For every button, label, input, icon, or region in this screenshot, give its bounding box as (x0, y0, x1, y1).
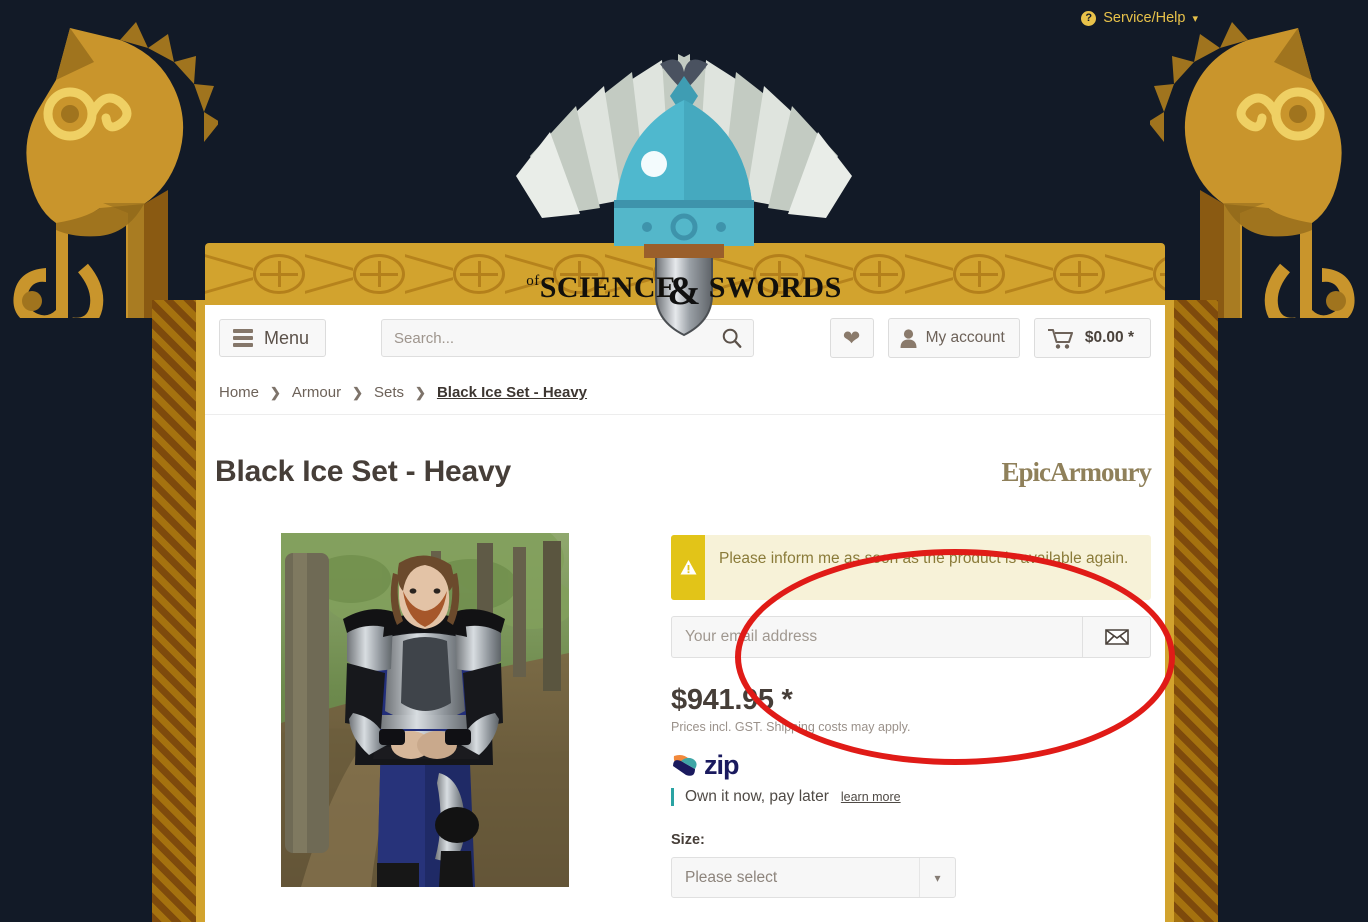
zip-learn-more-link[interactable]: learn more (841, 790, 901, 804)
chevron-down-icon: ▾ (1192, 12, 1198, 25)
zip-payment-widget: zip Own it now, pay later learn more (671, 750, 1151, 806)
user-icon (900, 328, 917, 348)
magnifier-icon[interactable] (721, 327, 743, 349)
site-logo[interactable]: ofSCIENCE&SWORDS & (494, 14, 874, 337)
my-account-label: My account (925, 329, 1005, 346)
breadcrumb-item-armour[interactable]: Armour (292, 384, 341, 401)
page-title: Black Ice Set - Heavy (215, 455, 511, 488)
size-selected-value: Please select (685, 868, 778, 886)
product-image[interactable] (281, 533, 569, 887)
out-of-stock-alert-text: Please inform me as soon as the product … (719, 550, 1129, 567)
breadcrumb: Home ❯ Armour ❯ Sets ❯ Black Ice Set - H… (205, 371, 1165, 415)
product-detail: Please inform me as soon as the product … (205, 489, 1165, 898)
size-select[interactable]: Please select ▾ (671, 857, 956, 898)
cart-button[interactable]: $0.00 * (1033, 318, 1151, 358)
notify-email-input[interactable] (671, 616, 1082, 658)
warning-triangle-icon (671, 535, 705, 600)
zip-bolt-icon (673, 754, 697, 776)
zip-wordmark: zip (704, 750, 739, 780)
breadcrumb-separator-icon: ❯ (352, 384, 364, 400)
shopping-cart-icon (1047, 328, 1073, 349)
winged-helmet-icon (516, 54, 852, 258)
heart-icon: ❤ (842, 326, 861, 350)
product-header: Black Ice Set - Heavy EpicArmoury (205, 415, 1165, 489)
chevron-down-icon[interactable]: ▾ (919, 858, 955, 897)
menu-button[interactable]: Menu (219, 319, 327, 357)
zip-logo: zip (671, 750, 1151, 781)
wishlist-button[interactable]: ❤ (829, 318, 874, 358)
notify-me-form (671, 616, 1151, 658)
product-gallery (215, 533, 635, 898)
breadcrumb-item-home[interactable]: Home (219, 384, 259, 401)
ampersand-glyph: & (667, 268, 701, 313)
breadcrumb-separator-icon: ❯ (415, 384, 426, 400)
cart-amount-label: $0.00 * (1084, 329, 1134, 346)
out-of-stock-alert: Please inform me as soon as the product … (671, 535, 1151, 600)
service-help-label: Service/Help (1103, 10, 1186, 26)
size-label: Size: (671, 832, 705, 848)
envelope-icon (1104, 629, 1129, 645)
price-tax-note: Prices incl. GST. Shipping costs may app… (671, 720, 911, 734)
question-circle-icon: ? (1081, 10, 1097, 26)
hamburger-icon (233, 329, 253, 347)
service-help-link[interactable]: ? Service/Help ▾ (1081, 10, 1198, 26)
brand-logo-epic-armoury[interactable]: EpicArmoury (1002, 457, 1152, 488)
product-price: $941.95 * (671, 684, 793, 716)
notify-submit-button[interactable] (1082, 616, 1151, 658)
breadcrumb-item-sets[interactable]: Sets (374, 384, 404, 401)
zip-tagline-row: Own it now, pay later learn more (671, 788, 1151, 806)
breadcrumb-separator-icon: ❯ (270, 384, 281, 400)
size-selector-block: Size: Please select ▾ (671, 832, 1151, 898)
my-account-button[interactable]: My account (887, 318, 1020, 358)
zip-tagline: Own it now, pay later (685, 788, 829, 805)
main-content-card: Menu ❤ My account $0 (205, 305, 1165, 922)
top-utility-bar: ? Service/Help ▾ (0, 0, 1368, 36)
menu-button-label: Menu (264, 327, 310, 348)
breadcrumb-item-current: Black Ice Set - Heavy (436, 384, 588, 401)
product-buy-box: Please inform me as soon as the product … (671, 533, 1151, 898)
